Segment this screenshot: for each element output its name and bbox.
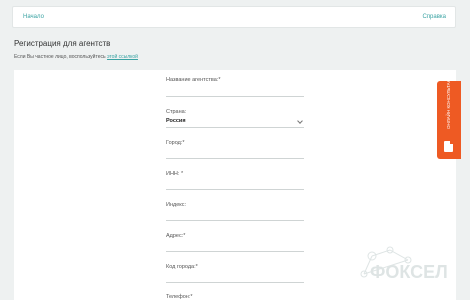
country-value: Россия [166,118,186,124]
inn-label: ИНН: * [166,171,184,177]
city-field[interactable]: Город:* [166,140,304,159]
inn-input[interactable] [166,189,304,190]
postal-code-label: Индекс: [166,202,187,208]
nav-home-link[interactable]: Начало [23,14,44,20]
address-label: Адрес:* [166,233,186,239]
address-input[interactable] [166,251,304,252]
address-field[interactable]: Адрес:* [166,233,304,252]
postal-code-input[interactable] [166,220,304,221]
private-person-note: Если Вы частное лицо, воспользуйтесь это… [14,54,138,60]
city-code-field[interactable]: Код города:* [166,264,304,283]
postal-code-field[interactable]: Индекс: [166,202,304,221]
agency-name-label: Название агентства:* [166,77,221,83]
country-label: Страна: [166,109,187,115]
city-input[interactable] [166,158,304,159]
agency-name-input[interactable] [166,96,304,97]
watermark-text: ФОКСЕЛ [370,262,448,282]
top-nav-bar: Начало Справка [12,6,456,28]
note-text: Если Вы частное лицо, воспользуйтесь [14,54,107,60]
phone-field[interactable]: Телефон:* [166,294,304,300]
agency-name-field[interactable]: Название агентства:* [166,77,304,97]
phone-label: Телефон:* [166,294,193,300]
foxel-watermark-logo: ФОКСЕЛ [360,246,448,282]
page-title: Регистрация для агентств [14,39,111,48]
document-icon [444,141,453,152]
country-select[interactable]: Страна: Россия [166,109,304,128]
city-code-label: Код города:* [166,264,198,270]
country-underline [166,127,304,128]
online-consultant-tab[interactable]: ОНЛАЙН КОНСУЛЬТАНТ [437,76,461,159]
nav-help-link[interactable]: Справка [422,14,446,20]
inn-field[interactable]: ИНН: * [166,171,304,190]
city-code-input[interactable] [166,282,304,283]
online-consultant-label: ОНЛАЙН КОНСУЛЬТАНТ [446,76,451,129]
city-label: Город:* [166,140,185,146]
private-person-link[interactable]: этой ссылкой [107,54,138,60]
